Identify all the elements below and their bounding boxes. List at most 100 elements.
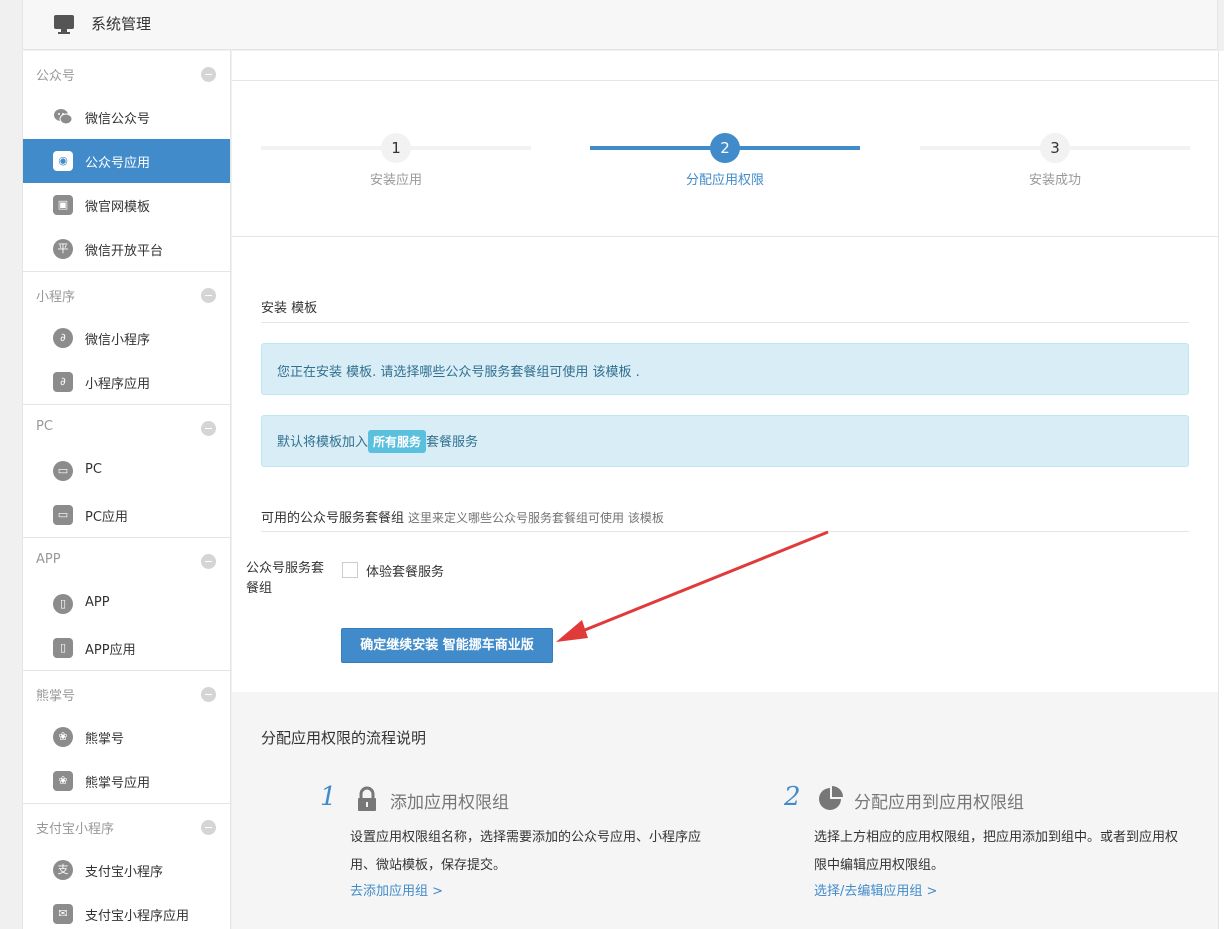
sidebar-group-header[interactable]: APP <box>23 538 230 582</box>
sidebar-item-label: 小程序应用 <box>85 377 151 392</box>
sidebar-item-app-app[interactable]: ▯ APP应用 <box>23 626 230 670</box>
sidebar-group-label: 支付宝小程序 <box>36 822 115 837</box>
scrollbar[interactable] <box>1218 51 1224 929</box>
sidebar-item-label: 微信小程序 <box>85 333 151 348</box>
sidebar-item-xiongzhang[interactable]: ❀ 熊掌号 <box>23 715 230 759</box>
sidebar-item-xiongzhang-app[interactable]: ❀ 熊掌号应用 <box>23 759 230 803</box>
sidebar-group-official-account: 公众号 微信公众号 ◉ 公众号应用 ▣ 微官网模板 平 微信开放平台 <box>23 51 230 272</box>
main-content: 1 安装应用 2 分配应用权限 3 安装成功 安装 模板 您正在安装 模板. 请… <box>232 51 1218 929</box>
sidebar-group-label: 小程序 <box>36 290 76 305</box>
sidebar-item-alipay[interactable]: 支 支付宝小程序 <box>23 848 230 892</box>
sidebar-group-app: APP ▯ APP ▯ APP应用 <box>23 538 230 671</box>
sidebar-item-label: 微官网模板 <box>85 200 151 215</box>
process-title: 分配应用权限的流程说明 <box>261 729 427 747</box>
collapse-icon[interactable] <box>201 687 216 702</box>
pc-app-icon: ▭ <box>53 505 73 525</box>
sidebar-item-label: 微信公众号 <box>85 112 151 127</box>
phone-icon: ▯ <box>53 594 73 614</box>
sidebar-group-xiongzhang: 熊掌号 ❀ 熊掌号 ❀ 熊掌号应用 <box>23 671 230 804</box>
pie-chart-icon <box>819 786 843 810</box>
edit-app-group-link[interactable]: 选择/去编辑应用组 > <box>814 880 937 899</box>
open-platform-icon: 平 <box>53 239 73 259</box>
sidebar-item-label: 支付宝小程序应用 <box>85 909 190 924</box>
trial-package-label[interactable]: 体验套餐服务 <box>366 561 444 580</box>
sidebar-item-microsite-template[interactable]: ▣ 微官网模板 <box>23 183 230 227</box>
sidebar-group-header[interactable]: 小程序 <box>23 272 230 316</box>
sidebar-item-open-platform[interactable]: 平 微信开放平台 <box>23 227 230 271</box>
process-step-title: 添加应用权限组 <box>390 793 509 813</box>
alipay-icon: 支 <box>53 860 73 880</box>
alert-text: 您正在安装 模板. 请选择哪些公众号服务套餐组可使用 该模板 . <box>277 365 640 380</box>
step-number: 3 <box>1040 133 1070 163</box>
available-groups-heading: 可用的公众号服务套餐组 这里来定义哪些公众号服务套餐组可使用 该模板 <box>261 507 664 526</box>
sidebar-item-wechat-account[interactable]: 微信公众号 <box>23 95 230 139</box>
mp-app-icon: ◉ <box>53 151 73 171</box>
pc-icon: ▭ <box>53 461 73 481</box>
sidebar-group-miniprogram: 小程序 ∂ 微信小程序 ∂ 小程序应用 <box>23 272 230 405</box>
step-number: 2 <box>710 133 740 163</box>
sidebar-group-header[interactable]: 熊掌号 <box>23 671 230 715</box>
sidebar-item-label: PC <box>85 462 102 477</box>
collapse-icon[interactable] <box>201 288 216 303</box>
lock-icon <box>358 786 376 811</box>
sidebar-item-label: APP应用 <box>85 643 136 658</box>
sidebar-item-mp-app[interactable]: ◉ 公众号应用 <box>23 139 230 183</box>
trial-package-checkbox[interactable] <box>342 562 358 578</box>
sidebar-item-label: 微信开放平台 <box>85 244 164 259</box>
step-label: 安装成功 <box>1028 173 1081 188</box>
sidebar-item-miniprogram-app[interactable]: ∂ 小程序应用 <box>23 360 230 404</box>
process-step-number: 1 <box>320 782 337 812</box>
sidebar-group-label: 公众号 <box>36 69 76 84</box>
sidebar-group-label: PC <box>36 419 53 434</box>
sidebar-group-header[interactable]: 公众号 <box>23 51 230 95</box>
collapse-icon[interactable] <box>201 67 216 82</box>
wizard-steps: 1 安装应用 2 分配应用权限 3 安装成功 <box>232 81 1218 237</box>
collapse-icon[interactable] <box>201 820 216 835</box>
sidebar-item-app[interactable]: ▯ APP <box>23 582 230 626</box>
step-label: 安装应用 <box>369 173 422 188</box>
wechat-icon <box>54 109 73 125</box>
process-step-desc: 设置应用权限组名称，选择需要添加的公众号应用、小程序应用、微站模板，保存提交。 <box>350 830 702 873</box>
wizard-step-success: 3 安装成功 <box>920 81 1190 237</box>
default-package-alert: 默认将模板加入 所有服务 套餐服务 <box>261 415 1189 467</box>
sidebar-item-pc[interactable]: ▭ PC <box>23 449 230 493</box>
sidebar-item-label: PC应用 <box>85 510 128 525</box>
miniprogram-icon: ∂ <box>53 328 73 348</box>
microsite-template-icon: ▣ <box>53 195 73 215</box>
sidebar-item-label: 公众号应用 <box>85 156 151 171</box>
confirm-install-button[interactable]: 确定继续安装 智能挪车商业版 <box>341 628 553 663</box>
sidebar-group-header[interactable]: PC <box>23 405 230 449</box>
wizard-step-assign: 2 分配应用权限 <box>590 81 860 237</box>
wizard-step-install: 1 安装应用 <box>261 81 531 237</box>
install-info-alert: 您正在安装 模板. 请选择哪些公众号服务套餐组可使用 该模板 . <box>261 343 1189 395</box>
sidebar: 公众号 微信公众号 ◉ 公众号应用 ▣ 微官网模板 平 微信开放平台 小程序 ∂… <box>22 51 231 929</box>
sidebar-group-label: APP <box>36 552 61 567</box>
add-app-group-link[interactable]: 去添加应用组 > <box>350 880 443 899</box>
process-explanation: 分配应用权限的流程说明 1 添加应用权限组 设置应用权限组名称，选择需要添加的公… <box>232 692 1218 929</box>
package-group-label: 公众号服务套餐组 <box>246 561 325 596</box>
process-step-title: 分配应用到应用权限组 <box>854 793 1024 813</box>
sidebar-item-label: 熊掌号应用 <box>85 776 151 791</box>
header-title: 系统管理 <box>91 15 152 33</box>
paw-icon: ❀ <box>53 727 73 747</box>
step-label: 分配应用权限 <box>685 173 764 188</box>
collapse-icon[interactable] <box>201 554 216 569</box>
sidebar-group-alipay: 支付宝小程序 支 支付宝小程序 ✉ 支付宝小程序应用 <box>23 804 230 929</box>
sidebar-item-alipay-app[interactable]: ✉ 支付宝小程序应用 <box>23 892 230 929</box>
annotation-arrow <box>556 530 829 642</box>
monitor-icon <box>54 15 74 34</box>
top-header: 系统管理 <box>22 0 1218 50</box>
alert-text: 套餐服务 <box>426 435 479 450</box>
available-label: 可用的公众号服务套餐组 <box>261 511 405 526</box>
sidebar-item-label: 熊掌号 <box>85 732 125 747</box>
step-number: 1 <box>381 133 411 163</box>
collapse-icon[interactable] <box>201 421 216 436</box>
sidebar-group-header[interactable]: 支付宝小程序 <box>23 804 230 848</box>
sidebar-group-pc: PC ▭ PC ▭ PC应用 <box>23 405 230 538</box>
all-services-badge: 所有服务 <box>368 430 427 453</box>
process-step-number: 2 <box>784 782 801 812</box>
sidebar-item-pc-app[interactable]: ▭ PC应用 <box>23 493 230 537</box>
divider <box>261 322 1189 323</box>
available-hint: 这里来定义哪些公众号服务套餐组可使用 该模板 <box>408 511 664 525</box>
sidebar-item-wechat-miniprogram[interactable]: ∂ 微信小程序 <box>23 316 230 360</box>
